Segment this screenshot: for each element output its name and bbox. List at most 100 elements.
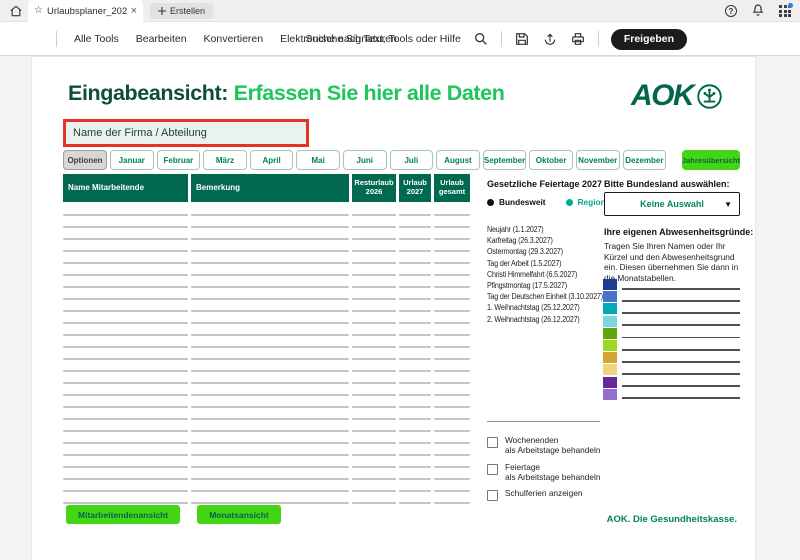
holiday-item: Ostermontag (29.3.2027) (487, 246, 595, 257)
absence-entry-row[interactable] (603, 364, 740, 375)
checkbox-weekends-box[interactable] (487, 437, 498, 448)
create-new-button[interactable]: Erstellen (150, 3, 213, 19)
month-view-button[interactable]: Monatsansicht (197, 505, 281, 524)
table-row[interactable] (63, 361, 470, 373)
page-title: Eingabeansicht: Erfassen Sie hier alle D… (68, 81, 504, 106)
tab-month-september[interactable]: September (483, 150, 527, 170)
table-row[interactable] (63, 253, 470, 265)
absence-entry-row[interactable] (603, 328, 740, 339)
absence-entry-row[interactable] (603, 352, 740, 363)
tab-month-oktober[interactable]: Oktober (529, 150, 573, 170)
table-row[interactable] (63, 289, 470, 301)
close-tab-icon[interactable]: × (131, 6, 137, 17)
absence-entry-line[interactable] (622, 300, 740, 302)
menu-item-1[interactable]: Bearbeiten (136, 33, 187, 45)
tab-month-juli[interactable]: Juli (390, 150, 434, 170)
absence-entry-row[interactable] (603, 340, 740, 351)
document-tab[interactable]: ☆ Urlaubsplaner_2027_G... × (28, 0, 143, 22)
aok-logo: AOK (631, 81, 723, 111)
color-swatch (603, 303, 617, 314)
table-row[interactable] (63, 373, 470, 385)
tab-month-april[interactable]: April (250, 150, 294, 170)
checkbox-holidays-box[interactable] (487, 464, 498, 475)
tab-month-juni[interactable]: Juni (343, 150, 387, 170)
absence-entry-line[interactable] (622, 288, 740, 290)
table-row[interactable] (63, 457, 470, 469)
menu-item-0[interactable]: Alle Tools (74, 33, 119, 45)
checkbox-holidays[interactable]: Feiertageals Arbeitstage behandeln (487, 463, 601, 483)
tab-month-märz[interactable]: März (203, 150, 247, 170)
table-row[interactable] (63, 349, 470, 361)
absence-entry-line[interactable] (622, 337, 740, 339)
home-icon[interactable] (9, 4, 23, 18)
tab-month-mai[interactable]: Mai (296, 150, 340, 170)
table-row[interactable] (63, 481, 470, 493)
absence-entry-row[interactable] (603, 291, 740, 302)
table-row[interactable] (63, 229, 470, 241)
holiday-item: Karfreitag (26.3.2027) (487, 235, 595, 246)
absence-entry-line[interactable] (622, 397, 740, 399)
tab-month-dezember[interactable]: Dezember (623, 150, 667, 170)
table-row[interactable] (63, 433, 470, 445)
absence-entry-row[interactable] (603, 303, 740, 314)
acrobat-toolbar: Alle ToolsBearbeitenKonvertierenElektron… (0, 22, 800, 56)
tab-month-november[interactable]: November (576, 150, 620, 170)
tab-month-januar[interactable]: Januar (110, 150, 154, 170)
upload-cloud-icon[interactable] (542, 31, 558, 47)
table-row[interactable] (63, 265, 470, 277)
menu-item-2[interactable]: Konvertieren (204, 33, 264, 45)
save-icon[interactable] (514, 31, 530, 47)
absence-entry-row[interactable] (603, 279, 740, 290)
color-swatch (603, 316, 617, 327)
absence-entry-line[interactable] (622, 385, 740, 387)
table-row[interactable] (63, 217, 470, 229)
checkbox-school-holidays[interactable]: Schulferien anzeigen (487, 489, 583, 501)
absence-entry-row[interactable] (603, 389, 740, 400)
table-row[interactable] (63, 205, 470, 217)
color-swatch (603, 377, 617, 388)
absence-entry-line[interactable] (622, 349, 740, 351)
absence-entry-row[interactable] (603, 316, 740, 327)
table-row[interactable] (63, 469, 470, 481)
notifications-bell-icon[interactable] (750, 3, 766, 19)
employee-view-button[interactable]: Mitarbeitendenansicht (66, 505, 180, 524)
table-row[interactable] (63, 325, 470, 337)
search-input[interactable]: Suche nach Text, Tools oder Hilfe (305, 33, 460, 45)
table-row[interactable] (63, 493, 470, 505)
table-row[interactable] (63, 301, 470, 313)
absence-entry-line[interactable] (622, 373, 740, 375)
share-button[interactable]: Freigeben (611, 29, 687, 50)
aok-logo-text: AOK (631, 81, 693, 111)
apps-grid-icon[interactable] (779, 5, 791, 17)
state-select-dropdown[interactable]: Keine Auswahl ▼ (604, 192, 740, 216)
table-row[interactable] (63, 385, 470, 397)
holiday-item: Neujahr (1.1.2027) (487, 224, 595, 235)
table-row[interactable] (63, 277, 470, 289)
table-row[interactable] (63, 313, 470, 325)
tab-month-august[interactable]: August (436, 150, 480, 170)
company-name-input[interactable]: Name der Firma / Abteilung (63, 119, 309, 147)
tab-year-overview[interactable]: Jahresübersicht (682, 150, 740, 170)
table-row[interactable] (63, 421, 470, 433)
print-icon[interactable] (570, 31, 586, 47)
checkbox-school-holidays-box[interactable] (487, 490, 498, 501)
toolbar-divider (598, 31, 599, 47)
tab-options[interactable]: Optionen (63, 150, 107, 170)
table-row[interactable] (63, 409, 470, 421)
checkbox-weekends[interactable]: Wochenendenals Arbeitstage behandeln (487, 436, 601, 456)
absence-entry-row[interactable] (603, 377, 740, 388)
absence-entry-line[interactable] (622, 312, 740, 314)
column-header-urlaub-gesamt: Urlaub gesamt (434, 174, 470, 202)
table-row[interactable] (63, 337, 470, 349)
absence-entry-line[interactable] (622, 361, 740, 363)
table-row[interactable] (63, 241, 470, 253)
help-icon[interactable]: ? (725, 5, 737, 17)
absence-entry-line[interactable] (622, 324, 740, 326)
tab-month-februar[interactable]: Februar (157, 150, 201, 170)
search-icon[interactable] (473, 31, 489, 47)
table-row[interactable] (63, 445, 470, 457)
table-row[interactable] (63, 397, 470, 409)
color-swatch (603, 291, 617, 302)
star-icon[interactable]: ☆ (34, 6, 43, 16)
month-tabs-row: Optionen JanuarFebruarMärzAprilMaiJuniJu… (63, 150, 740, 170)
